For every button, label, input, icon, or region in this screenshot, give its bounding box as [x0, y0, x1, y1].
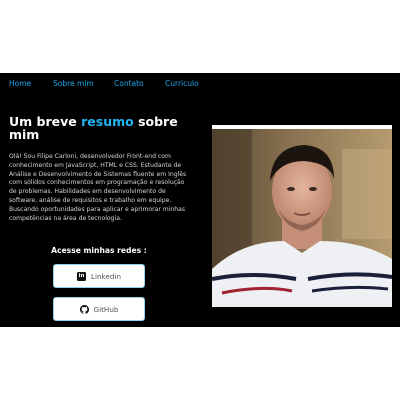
about-paragraph: Olá! Sou Filipe Carloni, desenvolvedor F…	[9, 153, 187, 222]
nav-link-home[interactable]: Home	[9, 79, 31, 88]
page-title: Um breve resumo sobre mim	[9, 115, 199, 141]
title-accent: resumo	[81, 114, 134, 129]
nav-link-curriculo[interactable]: Curriculo	[165, 79, 199, 88]
page-viewport: Home Sobre mim Contato Curriculo Um brev…	[0, 73, 400, 327]
linkedin-button-label: Linkedin	[91, 271, 121, 281]
nav-link-sobre-mim[interactable]: Sobre mim	[53, 79, 94, 88]
linkedin-icon: in	[77, 271, 86, 281]
github-button-label: GitHub	[93, 304, 119, 314]
social-heading: Acesse minhas redes :	[51, 246, 147, 255]
github-button[interactable]: GitHub	[53, 297, 145, 321]
top-nav: Home Sobre mim Contato Curriculo	[0, 73, 400, 93]
linkedin-button[interactable]: in Linkedin	[53, 264, 145, 288]
github-icon	[79, 304, 89, 314]
nav-link-contato[interactable]: Contato	[114, 79, 144, 88]
profile-photo	[212, 129, 392, 307]
